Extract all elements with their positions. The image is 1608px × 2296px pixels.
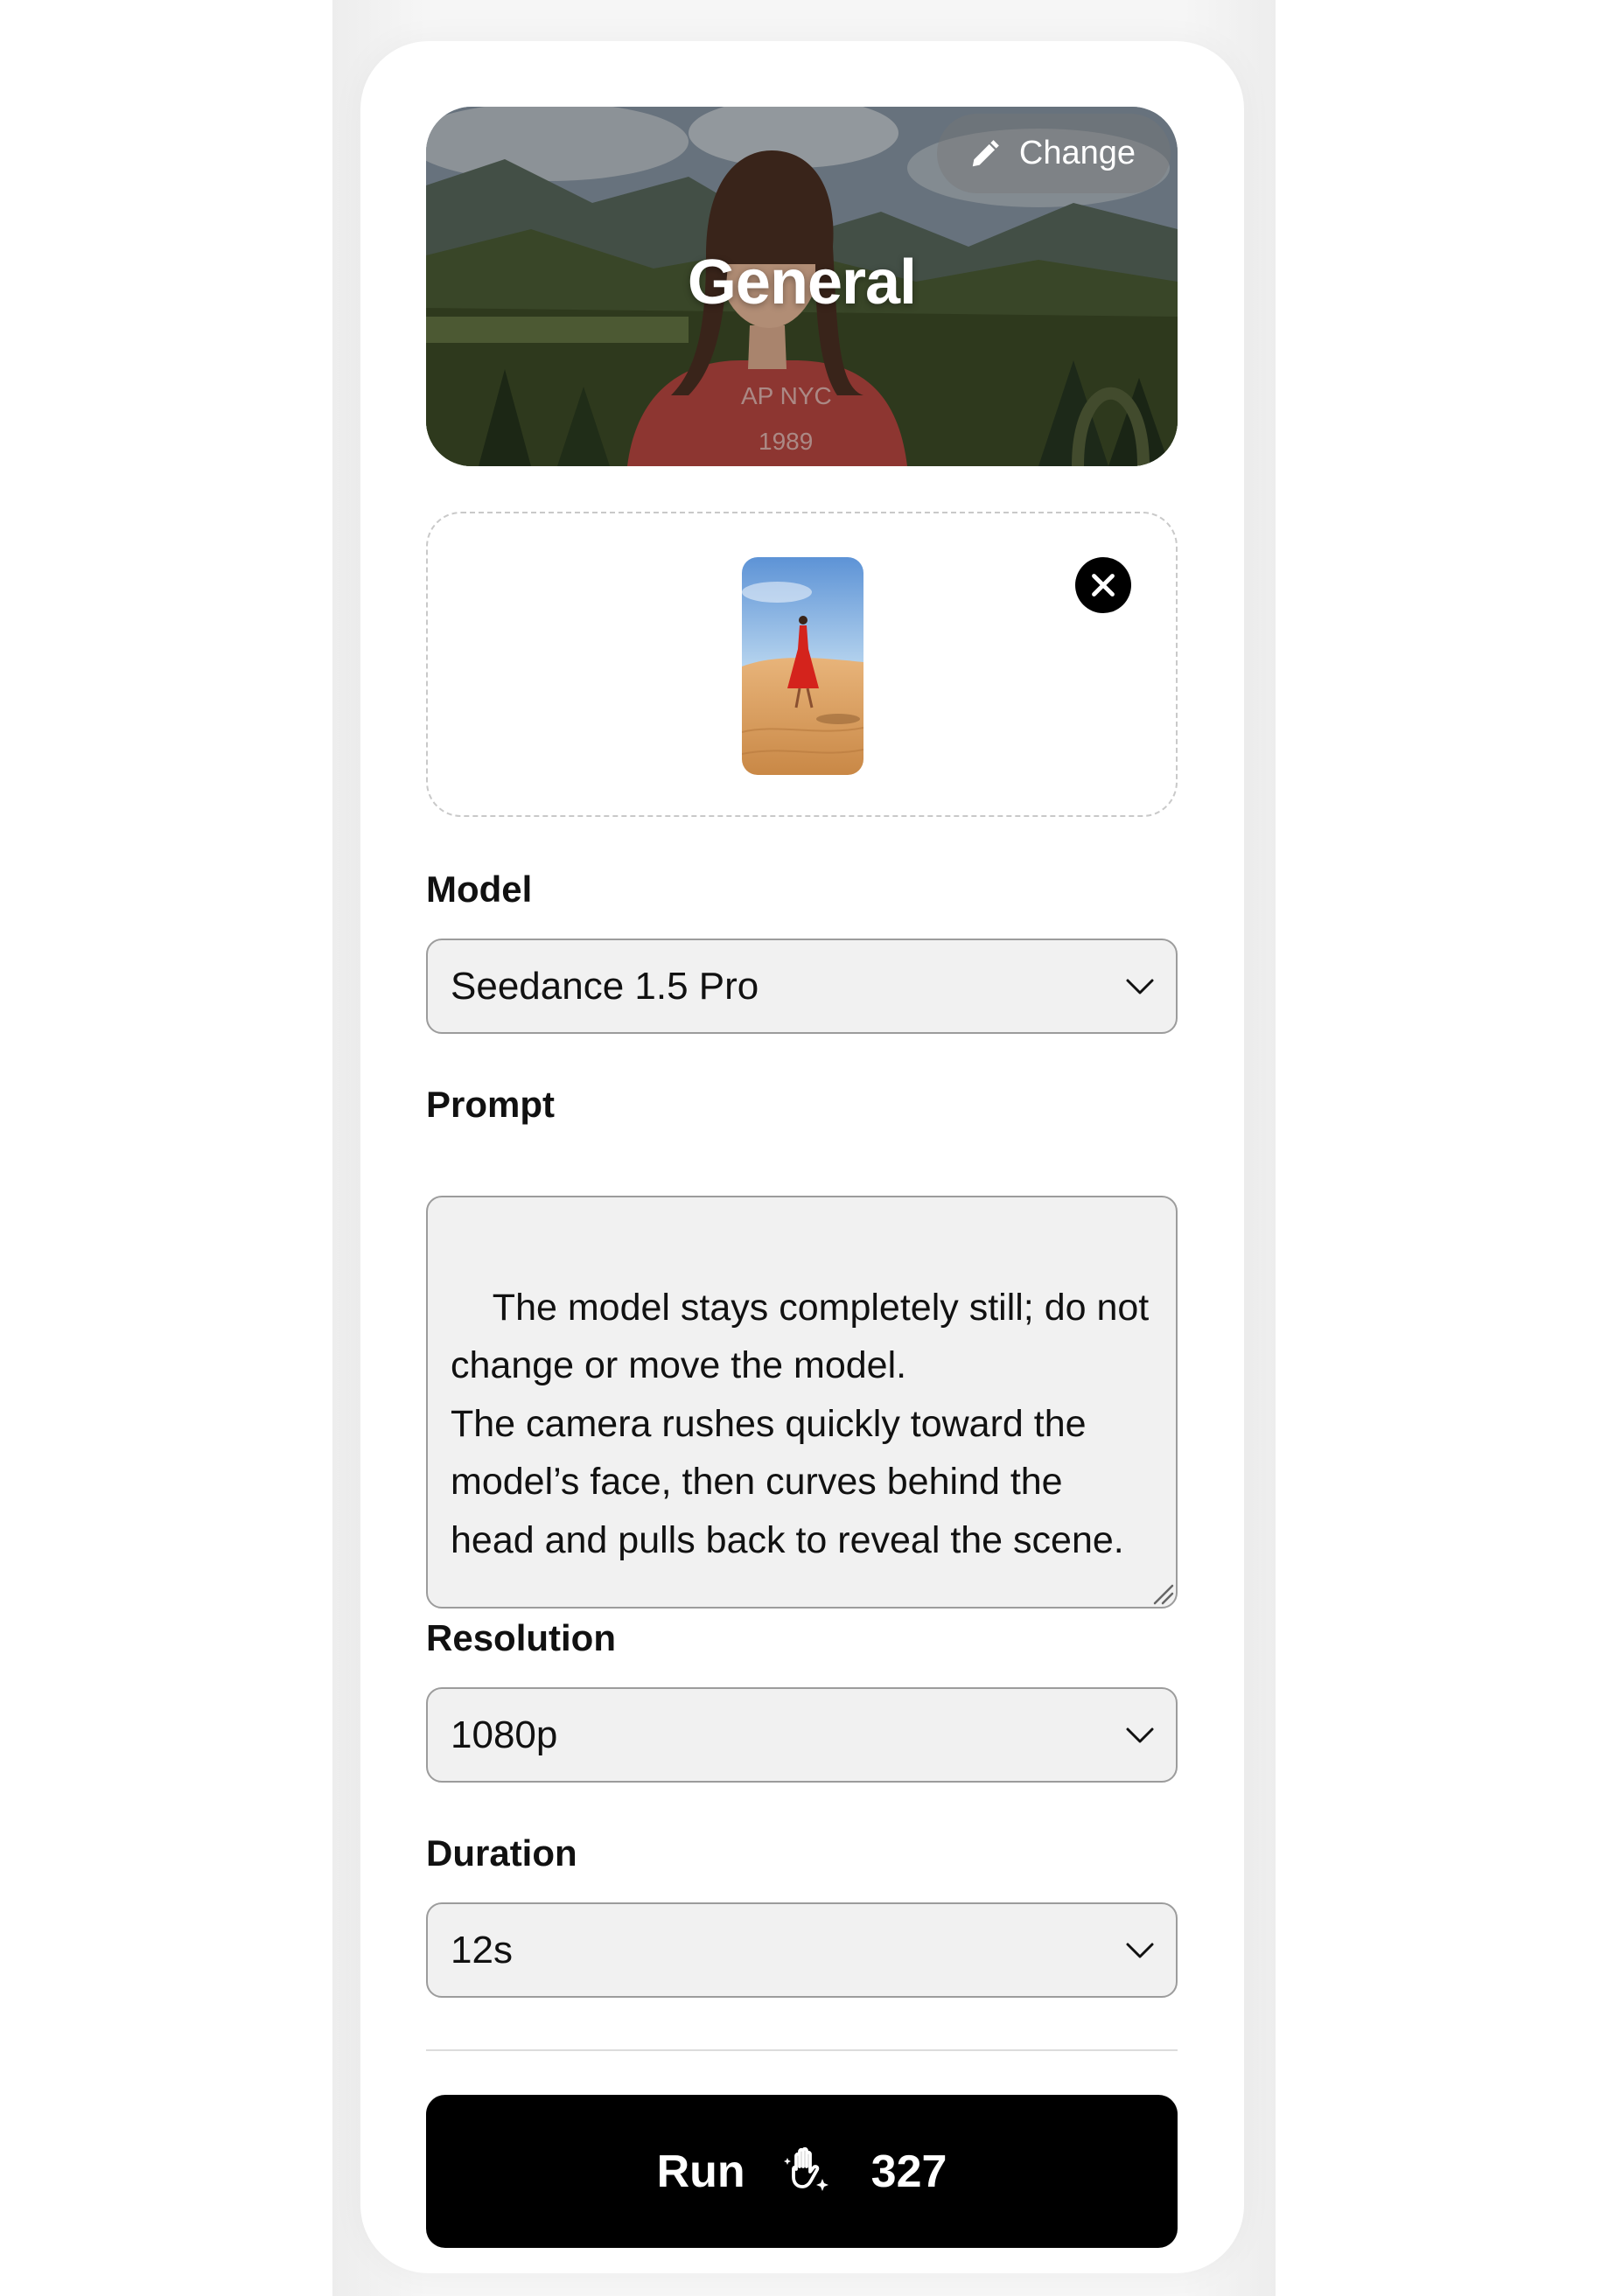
duration-label: Duration xyxy=(426,1832,577,1874)
chevron-down-icon xyxy=(1126,979,1154,994)
resolution-label: Resolution xyxy=(426,1617,616,1658)
resize-handle-icon[interactable] xyxy=(1150,1581,1174,1605)
uploaded-image-thumbnail xyxy=(742,557,863,775)
template-title: General xyxy=(687,248,917,318)
close-icon xyxy=(1092,574,1115,597)
model-value: Seedance 1.5 Pro xyxy=(451,964,759,1008)
prompt-text: The model stays completely still; do not… xyxy=(451,1286,1150,1561)
resolution-value: 1080p xyxy=(451,1713,558,1756)
prompt-label: Prompt xyxy=(426,1084,555,1125)
run-cost: 327 xyxy=(870,2146,947,2197)
image-upload-area[interactable] xyxy=(426,512,1178,817)
resolution-select[interactable]: 1080p xyxy=(426,1687,1178,1783)
model-label: Model xyxy=(426,869,533,910)
prompt-textarea[interactable]: The model stays completely still; do not… xyxy=(426,1196,1178,1609)
run-button[interactable]: Run 327 xyxy=(426,2095,1178,2248)
hand-sparkle-icon xyxy=(783,2146,828,2191)
chevron-down-icon xyxy=(1126,1727,1154,1742)
pencil-icon xyxy=(972,139,999,166)
change-template-button[interactable]: Change xyxy=(936,114,1171,193)
duration-value: 12s xyxy=(451,1928,513,1971)
change-label: Change xyxy=(1018,135,1136,171)
generator-card: AP NYC 1989 General Change Model Seedanc… xyxy=(360,41,1244,2273)
chevron-down-icon xyxy=(1126,1943,1154,1958)
template-header: AP NYC 1989 General Change xyxy=(426,107,1178,466)
divider xyxy=(426,2049,1178,2051)
run-label: Run xyxy=(656,2146,745,2197)
remove-image-button[interactable] xyxy=(1075,557,1131,613)
model-select[interactable]: Seedance 1.5 Pro xyxy=(426,939,1178,1034)
duration-select[interactable]: 12s xyxy=(426,1902,1178,1998)
